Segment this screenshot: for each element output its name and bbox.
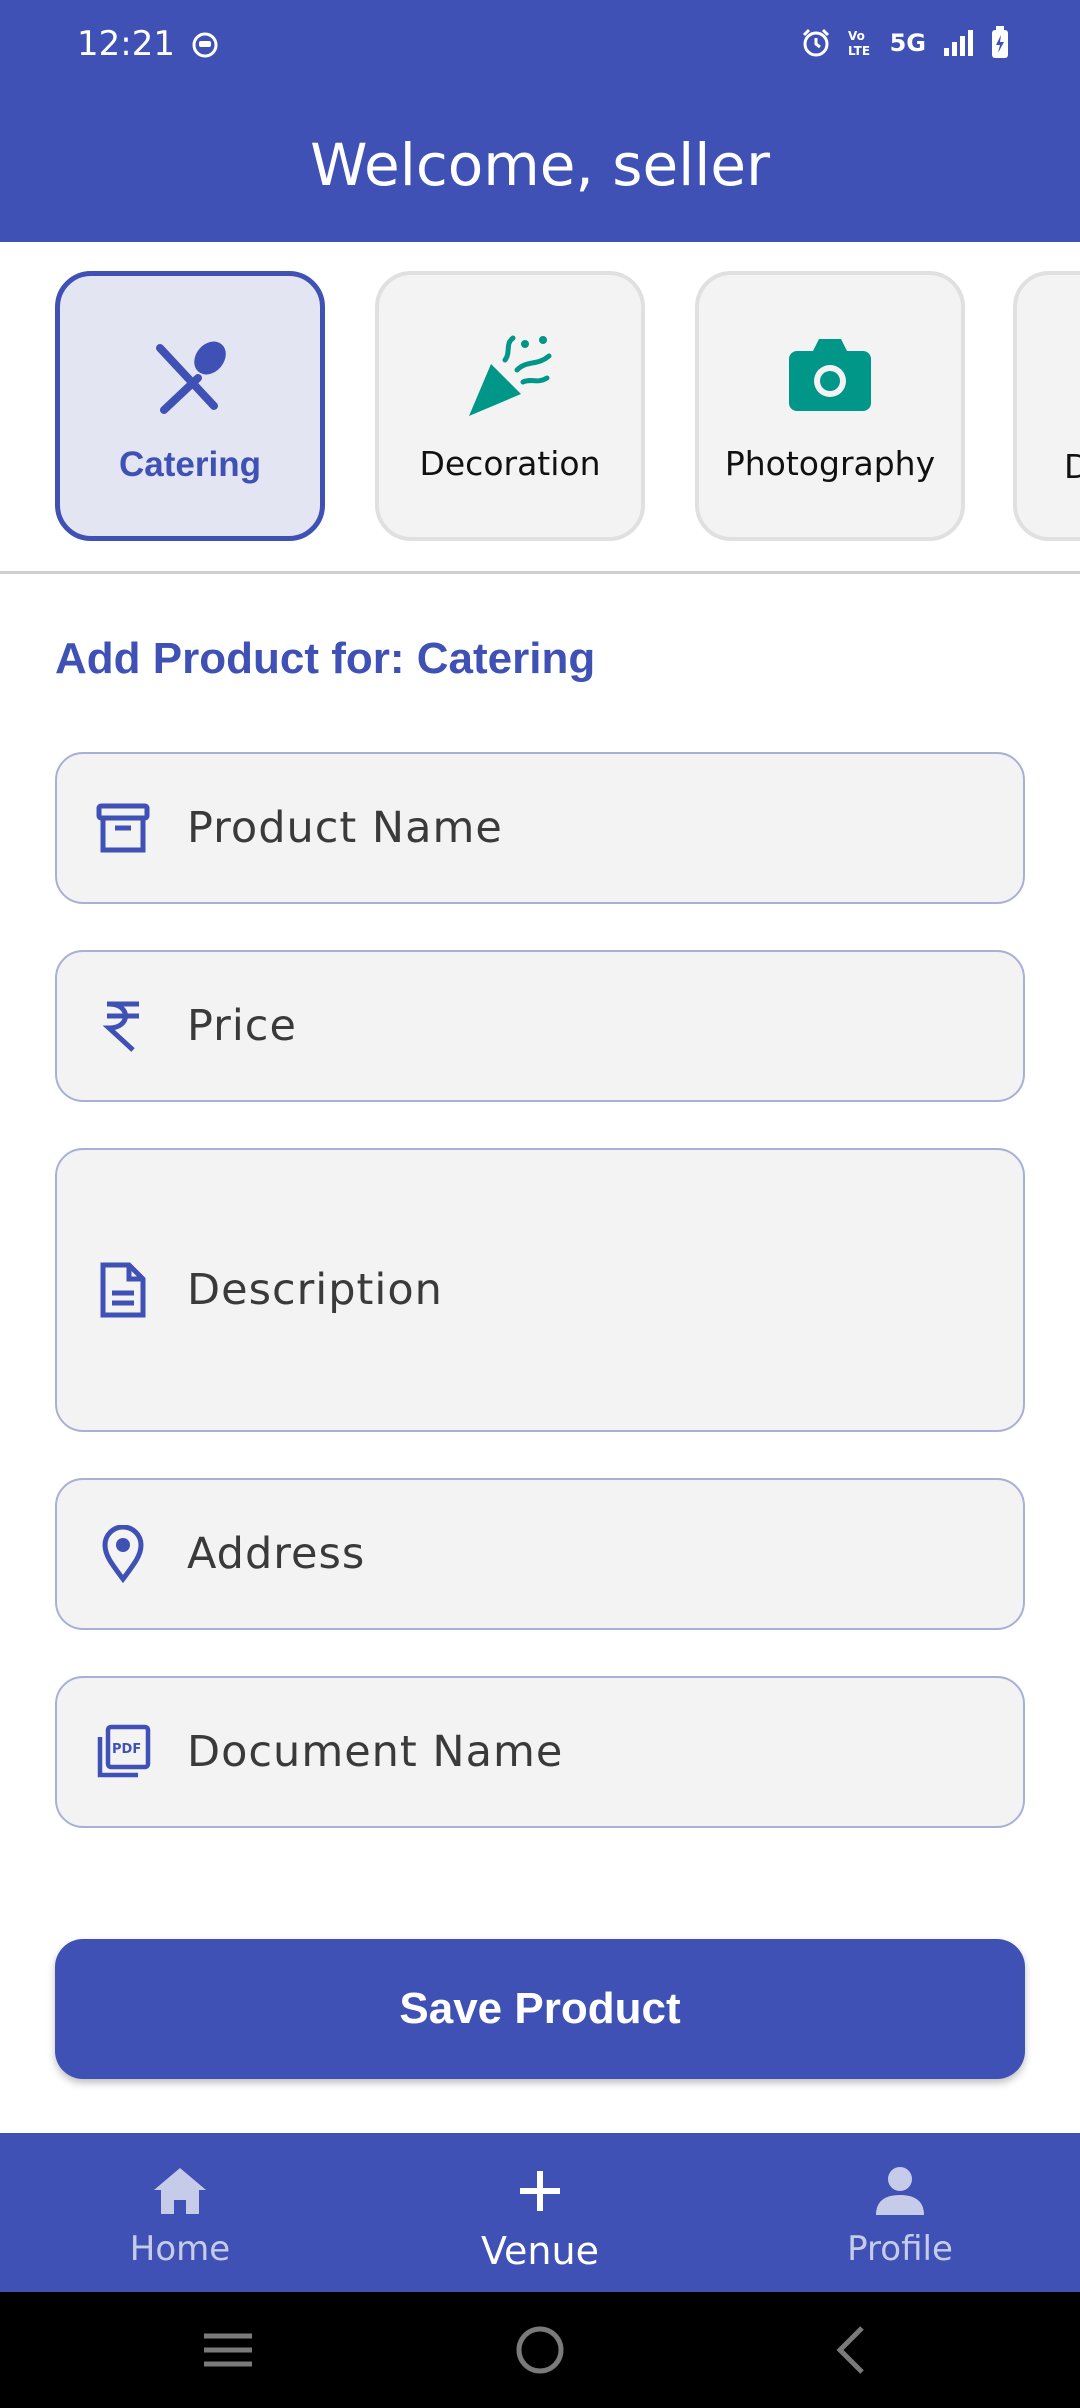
network-type: 5G: [889, 29, 926, 57]
price-input[interactable]: [187, 1001, 993, 1051]
party-popper-icon: [465, 330, 555, 420]
category-label: Photography: [724, 444, 936, 483]
document-name-field[interactable]: PDF: [55, 1676, 1025, 1828]
archive-box-icon: [93, 798, 153, 858]
home-circle-icon[interactable]: [510, 2320, 570, 2380]
home-icon: [150, 2161, 210, 2221]
nav-profile[interactable]: Profile: [790, 2133, 1010, 2292]
alarm-icon: [802, 28, 829, 57]
nav-label: Home: [129, 2229, 231, 2269]
signal-icon: [944, 30, 973, 56]
fork-spoon-icon: [145, 331, 235, 421]
location-pin-icon: [93, 1524, 153, 1584]
battery-icon: [992, 26, 1008, 58]
bottom-nav: Home Venue Profile: [0, 2133, 1080, 2292]
product-name-input[interactable]: [187, 803, 993, 853]
svg-text:Vo: Vo: [848, 29, 865, 43]
category-label: Catering: [119, 445, 261, 484]
nav-venue[interactable]: Venue: [430, 2133, 650, 2292]
category-carousel[interactable]: Catering Decoration Photography D: [0, 242, 1080, 572]
category-partial[interactable]: [1013, 271, 1080, 541]
status-icons: Vo LTE 5G: [800, 26, 1010, 60]
category-label: Decoration: [419, 444, 601, 483]
product-name-field[interactable]: [55, 752, 1025, 904]
menu-icon[interactable]: [198, 2320, 258, 2380]
person-icon: [870, 2161, 930, 2221]
nav-label: Profile: [847, 2229, 953, 2269]
system-nav-bar: [0, 2292, 1080, 2408]
document-name-input[interactable]: [187, 1727, 993, 1777]
volte-icon: VoLTE: [848, 29, 870, 58]
save-product-button[interactable]: Save Product: [55, 1939, 1025, 2079]
svg-text:LTE: LTE: [848, 44, 870, 58]
divider: [0, 571, 1080, 574]
address-field[interactable]: [55, 1478, 1025, 1630]
nav-home[interactable]: Home: [70, 2133, 290, 2292]
pdf-icon: PDF: [93, 1722, 153, 1782]
status-time: 12:21: [77, 24, 175, 64]
form-heading: Add Product for: Catering: [55, 634, 596, 683]
page-title: Welcome, seller: [310, 131, 770, 199]
price-field[interactable]: [55, 950, 1025, 1102]
plus-icon: [510, 2161, 570, 2221]
rupee-icon: [93, 996, 153, 1056]
nav-label: Venue: [481, 2229, 599, 2273]
status-bar: 12:21 Vo LTE 5G: [0, 0, 1080, 88]
camera-icon: [785, 330, 875, 420]
description-field[interactable]: [55, 1148, 1025, 1432]
notification-icon: [190, 30, 220, 60]
category-photography[interactable]: Photography: [695, 271, 965, 541]
category-catering[interactable]: Catering: [55, 271, 325, 541]
category-decoration[interactable]: Decoration: [375, 271, 645, 541]
address-input[interactable]: [187, 1529, 993, 1579]
back-icon[interactable]: [820, 2320, 880, 2380]
document-icon: [93, 1260, 153, 1320]
category-label: D: [1064, 447, 1080, 486]
app-bar: Welcome, seller: [0, 88, 1080, 242]
svg-text:PDF: PDF: [112, 1742, 141, 1757]
description-input[interactable]: [187, 1265, 993, 1315]
